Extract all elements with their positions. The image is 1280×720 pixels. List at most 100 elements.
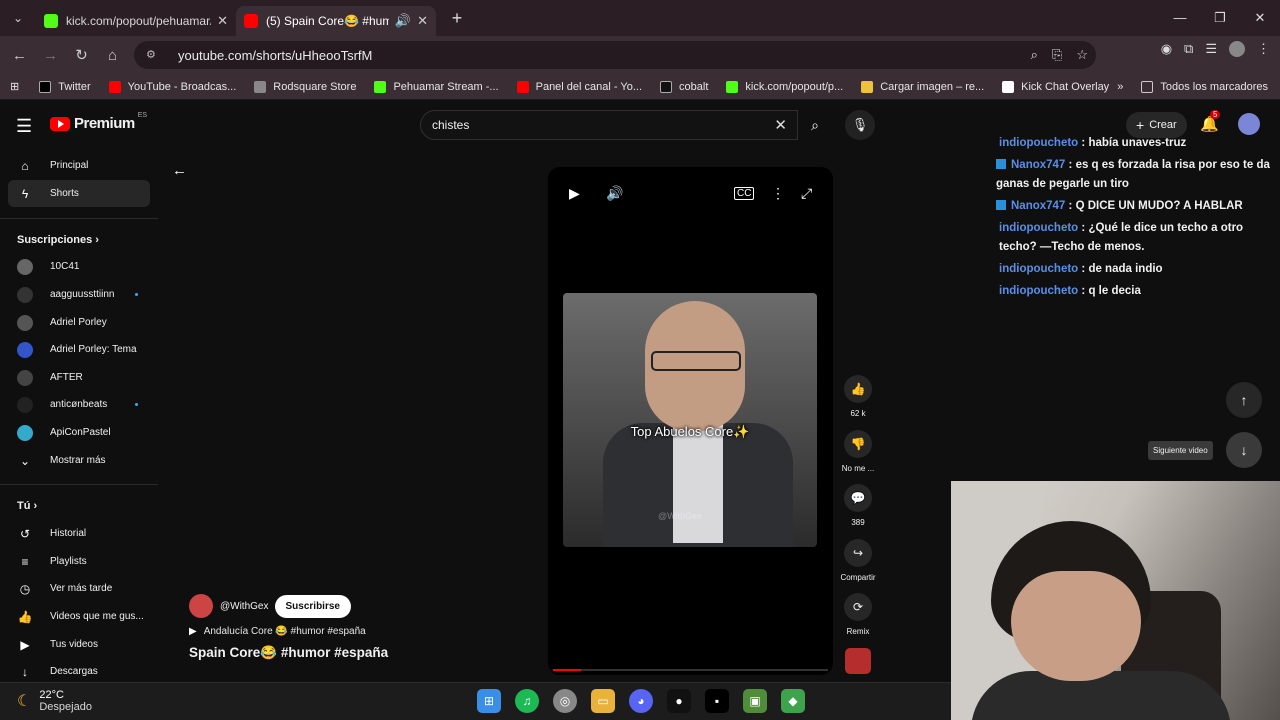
subscriptions-heading[interactable]: Suscripciones ›: [17, 234, 99, 246]
minimize-button[interactable]: —: [1160, 0, 1200, 36]
shorts-player[interactable]: ▶ 🔊 CC ⋮ ⤢ Top Abuelos Core✨ @WithGex: [548, 167, 833, 675]
bookmark-kick-chat-overlay[interactable]: Kick Chat Overlay: [1002, 80, 1109, 93]
bookmark-cargar-imagen[interactable]: Cargar imagen – re...: [861, 80, 984, 93]
sidebar-item-principal[interactable]: ⌂ Principal: [8, 152, 150, 179]
channel-name[interactable]: @WithGex: [220, 601, 269, 612]
captions-icon[interactable]: CC: [734, 187, 755, 200]
sidebar-sub-adriel-porley-tema[interactable]: Adriel Porley: Tema: [8, 336, 150, 363]
search-input[interactable]: chistes ✕: [420, 110, 798, 140]
forward-button[interactable]: →: [35, 47, 66, 64]
bookmark-cobalt[interactable]: cobalt: [660, 80, 708, 93]
chrome-icon[interactable]: ◎: [553, 689, 577, 713]
folder-icon[interactable]: ▭: [591, 689, 615, 713]
obs-icon[interactable]: ●: [667, 689, 691, 713]
show-more-button[interactable]: ⌄ Mostrar más: [8, 447, 150, 474]
dislike-button[interactable]: 👎 No me ...: [838, 430, 878, 473]
bookmark-kick-popout[interactable]: kick.com/popout/p...: [726, 80, 843, 93]
sidebar-item-tus-videos[interactable]: ▶ Tus videos: [8, 631, 150, 658]
url-input[interactable]: ⚙ youtube.com/shorts/uHheooTsrfM ⌕ ⎘ ☆: [134, 41, 1096, 69]
sidebar-sub-10c41[interactable]: 10C41: [8, 253, 150, 280]
voice-search-button[interactable]: 🎙: [845, 110, 875, 140]
minecraft-icon[interactable]: ▣: [743, 689, 767, 713]
webcam-person-shirt: [971, 671, 1231, 720]
bookmark-panel[interactable]: Panel del canal - Yo...: [516, 80, 642, 93]
youtube-logo[interactable]: Premium ES: [50, 112, 147, 132]
menu-icon[interactable]: ☰: [16, 116, 32, 137]
close-tab-icon[interactable]: ✕: [417, 13, 428, 29]
tab-title: (5) Spain Core😂 #humor #: [266, 14, 389, 28]
sidebar: ⌂ Principal ϟ Shorts Suscripciones › 10C41…: [0, 150, 158, 682]
bookmarks-folder[interactable]: Todos los marcadores: [1141, 81, 1268, 93]
sidebar-item-ver-mas-tarde[interactable]: ◷ Ver más tarde: [8, 575, 150, 602]
profile-icon[interactable]: [1229, 41, 1245, 57]
browser-tab-kick[interactable]: kick.com/popout/pehuamar/ch ✕: [36, 6, 236, 36]
extensions-puzzle-icon[interactable]: ⧉: [1184, 41, 1193, 57]
sidebar-item-descargas[interactable]: ↓ Descargas: [8, 658, 150, 685]
video-frame[interactable]: Top Abuelos Core✨ @WithGex: [563, 293, 817, 547]
notifications-button[interactable]: 🔔 5: [1200, 110, 1221, 133]
more-options-icon[interactable]: ⋮: [771, 185, 785, 202]
install-icon[interactable]: ⎘: [1052, 47, 1062, 63]
new-tab-button[interactable]: +: [442, 8, 472, 29]
sidebar-item-liked-videos[interactable]: 👍 Videos que me gus...: [8, 603, 150, 630]
back-button[interactable]: ←: [4, 47, 35, 64]
account-avatar[interactable]: [1238, 113, 1260, 135]
remix-button[interactable]: ⟳ Remix: [838, 593, 878, 636]
app-icon[interactable]: ◆: [781, 689, 805, 713]
music-row[interactable]: ▶ Andalucía Core 😂 #humor #españa: [189, 626, 388, 637]
maximize-button[interactable]: ❐: [1200, 0, 1240, 36]
clear-search-icon[interactable]: ✕: [774, 116, 787, 134]
video-title[interactable]: Spain Core😂 #humor #españa: [189, 645, 388, 661]
comments-button[interactable]: 💬 389: [838, 484, 878, 527]
you-heading[interactable]: Tú ›: [17, 500, 37, 512]
sidebar-sub-apiconpastel[interactable]: ApiConPastel: [8, 419, 150, 446]
bookmark-star-icon[interactable]: ☆: [1076, 47, 1088, 63]
previous-video-button[interactable]: ↑: [1226, 382, 1262, 418]
sidebar-sub-aagguussttiinn[interactable]: aagguussttiinn: [8, 281, 150, 308]
search-button[interactable]: ⌕: [798, 110, 832, 140]
bookmark-pehuamar[interactable]: Pehuamar Stream -...: [374, 80, 499, 93]
sidebar-item-label: Videos que me gus...: [50, 611, 144, 622]
video-progress-bar[interactable]: [553, 669, 828, 671]
sidebar-sub-anticonbeats[interactable]: anticønbeats: [8, 391, 150, 418]
bookmark-youtube-broadcast[interactable]: YouTube - Broadcas...: [108, 80, 236, 93]
reading-list-icon[interactable]: ☰: [1205, 41, 1217, 57]
terminal-icon[interactable]: ▪: [705, 689, 729, 713]
tab-search-icon[interactable]: ⌄: [0, 0, 36, 36]
browser-menu-icon[interactable]: ⋮: [1257, 41, 1270, 57]
browser-tab-youtube[interactable]: (5) Spain Core😂 #humor # 🔊 ✕: [236, 6, 436, 36]
music-play-icon: ▶: [189, 626, 197, 637]
sidebar-item-shorts[interactable]: ϟ Shorts: [8, 180, 150, 207]
reload-button[interactable]: ↻: [66, 46, 97, 64]
discord-icon[interactable]: ◕: [629, 689, 653, 713]
sidebar-sub-after[interactable]: AFTER: [8, 364, 150, 391]
windows-start-icon[interactable]: ⊞: [477, 689, 501, 713]
volume-icon[interactable]: 🔊: [606, 185, 623, 202]
bookmark-rodsquare[interactable]: Rodsquare Store: [254, 80, 356, 93]
like-button[interactable]: 👍 62 k: [838, 375, 878, 418]
zoom-icon[interactable]: ⌕: [1031, 47, 1038, 63]
apps-grid-icon[interactable]: ⊞: [10, 80, 19, 93]
back-arrow-icon[interactable]: ←: [172, 162, 187, 179]
channel-avatar[interactable]: [189, 594, 213, 618]
next-video-button[interactable]: ↓: [1226, 432, 1262, 468]
audio-icon[interactable]: 🔊: [395, 13, 411, 29]
more-bookmarks-icon[interactable]: »: [1117, 81, 1123, 93]
arrow-down-icon: ↓: [1240, 442, 1248, 458]
extension-icon[interactable]: ◉: [1161, 41, 1172, 57]
weather-widget[interactable]: ☾ 22°C Despejado: [17, 689, 92, 713]
play-icon[interactable]: ▶: [569, 185, 580, 202]
channel-thumbnail-button[interactable]: [838, 648, 878, 674]
close-window-button[interactable]: ✕: [1240, 0, 1280, 36]
fullscreen-icon[interactable]: ⤢: [801, 185, 812, 202]
sidebar-sub-adriel-porley[interactable]: Adriel Porley: [8, 309, 150, 336]
home-button[interactable]: ⌂: [97, 47, 128, 64]
subscribe-button[interactable]: Suscribirse: [274, 594, 351, 618]
close-tab-icon[interactable]: ✕: [217, 13, 228, 29]
sidebar-item-historial[interactable]: ↺ Historial: [8, 520, 150, 547]
share-button[interactable]: ↪ Compartir: [838, 539, 878, 582]
bookmark-twitter[interactable]: Twitter: [39, 80, 91, 93]
spotify-icon[interactable]: ♫: [515, 689, 539, 713]
site-info-icon[interactable]: ⚙: [146, 48, 160, 62]
sidebar-item-playlists[interactable]: ≡ Playlists: [8, 548, 150, 575]
